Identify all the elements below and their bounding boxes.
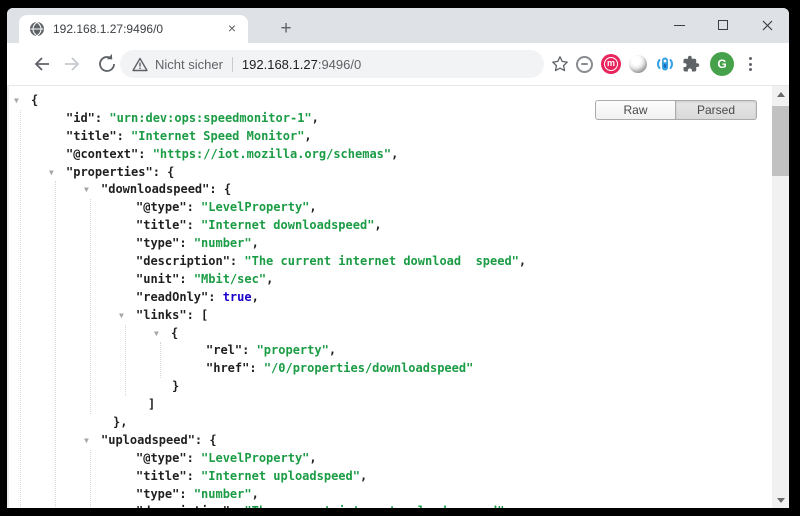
json-line: "href": "/0/properties/downloadspeed" bbox=[206, 360, 749, 378]
warning-icon bbox=[132, 57, 148, 72]
expander-icon[interactable]: ▼ bbox=[154, 325, 166, 343]
page-content: Raw Parsed ▼{"id": "urn:dev:ops:speedmon… bbox=[7, 85, 789, 508]
menu-kebab-icon[interactable] bbox=[742, 52, 758, 76]
expander-icon[interactable]: ▼ bbox=[119, 307, 131, 325]
new-tab-button[interactable]: + bbox=[273, 16, 299, 42]
tab-bar: 192.168.1.27:9496/0 × + bbox=[7, 8, 789, 43]
address-bar[interactable]: Nicht sicher 192.168.1.27 :9496/0 bbox=[120, 50, 544, 78]
profile-avatar[interactable]: G bbox=[710, 52, 734, 76]
scroll-down-icon[interactable] bbox=[772, 492, 789, 508]
raw-button[interactable]: Raw bbox=[595, 100, 676, 120]
security-label: Nicht sicher bbox=[155, 57, 223, 72]
orb-extension-icon[interactable] bbox=[627, 53, 649, 75]
minimize-button[interactable] bbox=[657, 8, 701, 42]
tab[interactable]: 192.168.1.27:9496/0 × bbox=[19, 15, 248, 43]
json-line: "description": "The current internet dow… bbox=[136, 253, 749, 271]
json-tree: ▼{"id": "urn:dev:ops:speedmonitor-1","ti… bbox=[31, 92, 749, 508]
expander-icon[interactable]: ▼ bbox=[14, 92, 26, 110]
scroll-up-icon[interactable] bbox=[772, 86, 789, 102]
expander-icon[interactable]: ▼ bbox=[84, 432, 96, 450]
json-line: "title": "Internet Speed Monitor", bbox=[66, 128, 749, 146]
pink-m-extension-icon[interactable]: m bbox=[600, 53, 622, 75]
viewer-toggle: Raw Parsed bbox=[595, 100, 757, 120]
json-line: "title": "Internet uploadspeed", bbox=[136, 468, 749, 486]
json-line: "description": "The current internet upl… bbox=[136, 503, 749, 508]
json-line: } bbox=[171, 378, 749, 396]
tab-title: 192.168.1.27:9496/0 bbox=[53, 22, 224, 36]
extensions-puzzle-icon[interactable] bbox=[680, 53, 702, 75]
maximize-button[interactable] bbox=[701, 8, 745, 42]
robot-extension-icon[interactable] bbox=[654, 53, 676, 75]
json-line: ▼"links": [ bbox=[136, 307, 749, 325]
expander-icon[interactable]: ▼ bbox=[84, 181, 96, 199]
toolbar: Nicht sicher 192.168.1.27 :9496/0 m bbox=[7, 43, 789, 85]
url-host: 192.168.1.27 bbox=[242, 57, 318, 72]
forward-icon[interactable] bbox=[61, 52, 85, 76]
json-line: ▼"properties": { bbox=[66, 164, 749, 182]
parsed-button[interactable]: Parsed bbox=[676, 100, 757, 120]
m-letter: m bbox=[604, 57, 618, 71]
close-button[interactable] bbox=[745, 8, 789, 42]
json-line: ▼"uploadspeed": { bbox=[101, 432, 749, 450]
expander-icon[interactable]: ▼ bbox=[49, 164, 61, 182]
reload-icon[interactable] bbox=[95, 52, 119, 76]
json-line: ▼"downloadspeed": { bbox=[101, 181, 749, 199]
ring-extension-icon[interactable] bbox=[573, 53, 595, 75]
json-line: ▼{ bbox=[171, 325, 749, 343]
json-line: "type": "number", bbox=[136, 235, 749, 253]
omnibox-divider bbox=[232, 57, 233, 72]
globe-favicon-icon bbox=[29, 21, 45, 37]
json-line: ] bbox=[136, 396, 749, 414]
json-line: "@type": "LevelProperty", bbox=[136, 450, 749, 468]
json-line: }, bbox=[101, 414, 749, 432]
browser-window: 192.168.1.27:9496/0 × + bbox=[7, 8, 789, 508]
tab-close-icon[interactable]: × bbox=[224, 21, 240, 37]
json-line: "@type": "LevelProperty", bbox=[136, 199, 749, 217]
url-path: :9496/0 bbox=[318, 57, 361, 72]
window-controls bbox=[657, 8, 789, 42]
scrollbar-thumb[interactable] bbox=[772, 106, 789, 176]
back-icon[interactable] bbox=[29, 52, 53, 76]
scrollbar[interactable] bbox=[772, 86, 789, 508]
json-line: "title": "Internet downloadspeed", bbox=[136, 217, 749, 235]
json-line: "unit": "Mbit/sec", bbox=[136, 271, 749, 289]
json-line: "@context": "https://iot.mozilla.org/sch… bbox=[66, 146, 749, 164]
json-line: "readOnly": true, bbox=[136, 289, 749, 307]
json-line: "type": "number", bbox=[136, 486, 749, 504]
bookmark-star-icon[interactable] bbox=[550, 54, 570, 74]
json-line: "rel": "property", bbox=[206, 342, 749, 360]
